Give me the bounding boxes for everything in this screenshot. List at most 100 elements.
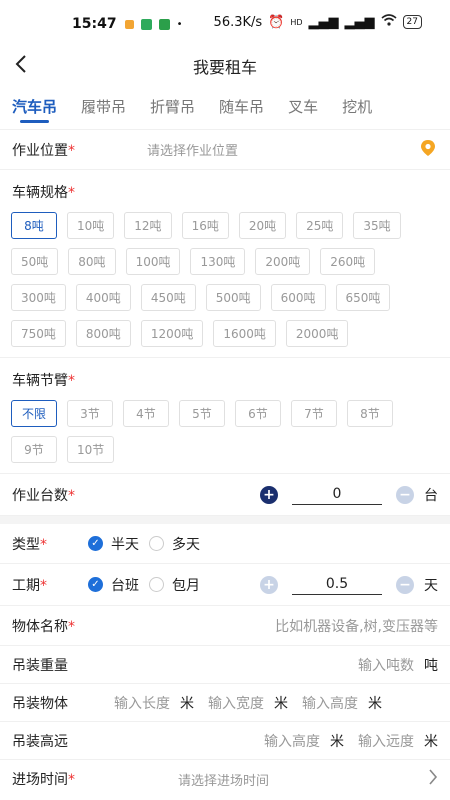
spec-option[interactable]: 20吨 [238,212,287,239]
spec-option[interactable]: 50吨 [11,248,59,275]
arm-option[interactable]: 不限 [11,400,57,427]
object-name-label: 物体名称 [12,618,68,635]
map-icon [158,18,170,30]
count-plus-button[interactable]: + [260,485,278,504]
spec-option[interactable]: 1200吨 [140,320,204,347]
object-dims-label: 吊装物体 [12,695,68,712]
type-row: 类型* ✓ 半天 多天 [0,524,450,564]
tab-excavator[interactable]: 挖机 [342,88,372,125]
arm-option[interactable]: 7节 [291,400,337,427]
type-option-multiday[interactable]: 多天 [149,534,200,554]
count-unit: 台 [424,487,438,504]
count-row: 作业台数* + 0 − 台 [0,474,450,516]
spec-option[interactable]: 260吨 [320,248,376,275]
spec-option[interactable]: 8吨 [11,212,57,239]
type-label: 类型 [12,536,40,553]
period-plus-button[interactable]: + [260,575,278,594]
height-unit: 米 [368,695,382,712]
period-unit: 天 [424,577,438,594]
length-input[interactable]: 输入长度 [114,693,170,713]
period-minus-button[interactable]: − [396,575,414,594]
spec-option[interactable]: 650吨 [335,284,391,311]
tab-forklift[interactable]: 叉车 [288,88,318,125]
spec-option[interactable]: 12吨 [124,212,172,239]
spec-option[interactable]: 25吨 [296,212,344,239]
section-gap [0,516,450,524]
spec-options: 8吨 10吨 12吨 16吨 20吨 25吨 35吨 50吨 80吨 100吨 130吨 200吨 26… [0,208,450,357]
spec-option[interactable]: 200吨 [255,248,311,275]
location-row[interactable]: 作业位置* 请选择作业位置 [0,130,450,170]
chevron-right-icon[interactable] [428,769,438,789]
spec-option[interactable]: 450吨 [140,284,196,311]
arm-option[interactable]: 3节 [67,400,113,427]
spec-option[interactable]: 800吨 [75,320,131,347]
weight-unit: 吨 [424,657,438,674]
period-row: 工期* ✓ 台班 包月 + 0.5 − 天 [0,564,450,606]
type-option-halfday[interactable]: ✓ 半天 [88,534,139,554]
lift-height-row: 吊装高远 输入高度 米 输入远度 米 [0,722,450,760]
network-speed: 56.3K/s [213,14,263,30]
spec-option[interactable]: 500吨 [205,284,261,311]
page-title: 我要租车 [192,58,257,77]
arm-option[interactable]: 9节 [11,436,57,463]
spec-option[interactable]: 80吨 [68,248,116,275]
tab-knuckle-crane[interactable]: 折臂吊 [150,88,195,125]
arm-options: 不限 3节 4节 5节 6节 7节 8节 9节 10节 [0,396,450,473]
dot-icon: • [176,18,183,30]
period-option-monthly[interactable]: 包月 [149,575,200,595]
object-name-row[interactable]: 物体名称* 比如机器设备,树,变压器等 [0,606,450,646]
tab-truck-crane[interactable]: 汽车吊 [12,88,57,125]
location-placeholder: 请选择作业位置 [147,144,239,159]
wifi-icon [381,14,397,30]
spec-option[interactable]: 750吨 [11,320,66,347]
spec-label: 车辆规格 [12,185,68,201]
arm-option[interactable]: 8节 [347,400,393,427]
width-input[interactable]: 输入宽度 [208,693,264,713]
tab-crawler-crane[interactable]: 履带吊 [81,88,126,125]
arm-option[interactable]: 5节 [179,400,225,427]
status-time: 15:47 [72,16,117,32]
nav-bar: 我要租车 [0,48,450,84]
signal-icon: ▂▄▆ [308,14,339,30]
height-input[interactable]: 输入高度 [302,693,358,713]
notification-icon [124,19,134,29]
network-type: HD [290,17,303,27]
lift-height-input[interactable]: 输入高度 [264,731,320,751]
object-dims-row: 吊装物体 输入长度 米 输入宽度 米 输入高度 米 [0,684,450,722]
width-unit: 米 [274,695,288,712]
spec-option[interactable]: 600吨 [270,284,326,311]
spec-section: 车辆规格* 8吨 10吨 12吨 16吨 20吨 25吨 35吨 50吨 80吨 100吨 130吨… [0,170,450,358]
tab-truck-mounted-crane[interactable]: 随车吊 [219,88,264,125]
spec-option[interactable]: 16吨 [181,212,229,239]
spec-option[interactable]: 35吨 [353,212,401,239]
count-minus-button[interactable]: − [396,485,414,504]
period-input[interactable]: 0.5 [292,574,382,595]
spec-option[interactable]: 2000吨 [285,320,349,347]
checkmark-icon: ✓ [88,577,103,592]
chevron-left-icon[interactable] [14,54,36,78]
object-name-input[interactable]: 比如机器设备,树,变压器等 [275,616,438,636]
arm-option[interactable]: 4节 [123,400,169,427]
spec-option[interactable]: 10吨 [67,212,115,239]
app-icon [140,18,152,30]
spec-option[interactable]: 400吨 [75,284,131,311]
count-label: 作业台数 [12,487,68,504]
category-tabs: 汽车吊 履带吊 折臂吊 随车吊 叉车 挖机 [0,84,450,130]
location-pin-icon[interactable] [420,139,436,161]
arm-option[interactable]: 6节 [235,400,281,427]
alarm-icon: ⏰ [268,14,285,30]
entry-time-label: 进场时间 [12,772,68,788]
lift-distance-input[interactable]: 输入远度 [358,731,414,751]
spec-option[interactable]: 100吨 [125,248,181,275]
spec-option[interactable]: 300吨 [11,284,66,311]
weight-input[interactable]: 输入吨数 [358,655,414,675]
arm-option[interactable]: 10节 [67,436,115,463]
spec-option[interactable]: 130吨 [190,248,246,275]
entry-time-row[interactable]: 进场时间* 请选择进场时间 [0,760,450,798]
period-option-shift[interactable]: ✓ 台班 [88,575,139,595]
count-input[interactable]: 0 [292,484,382,505]
lift-height-label: 吊装高远 [12,733,68,750]
location-label: 作业位置 [12,142,68,159]
spec-option[interactable]: 1600吨 [213,320,276,347]
length-unit: 米 [180,695,194,712]
